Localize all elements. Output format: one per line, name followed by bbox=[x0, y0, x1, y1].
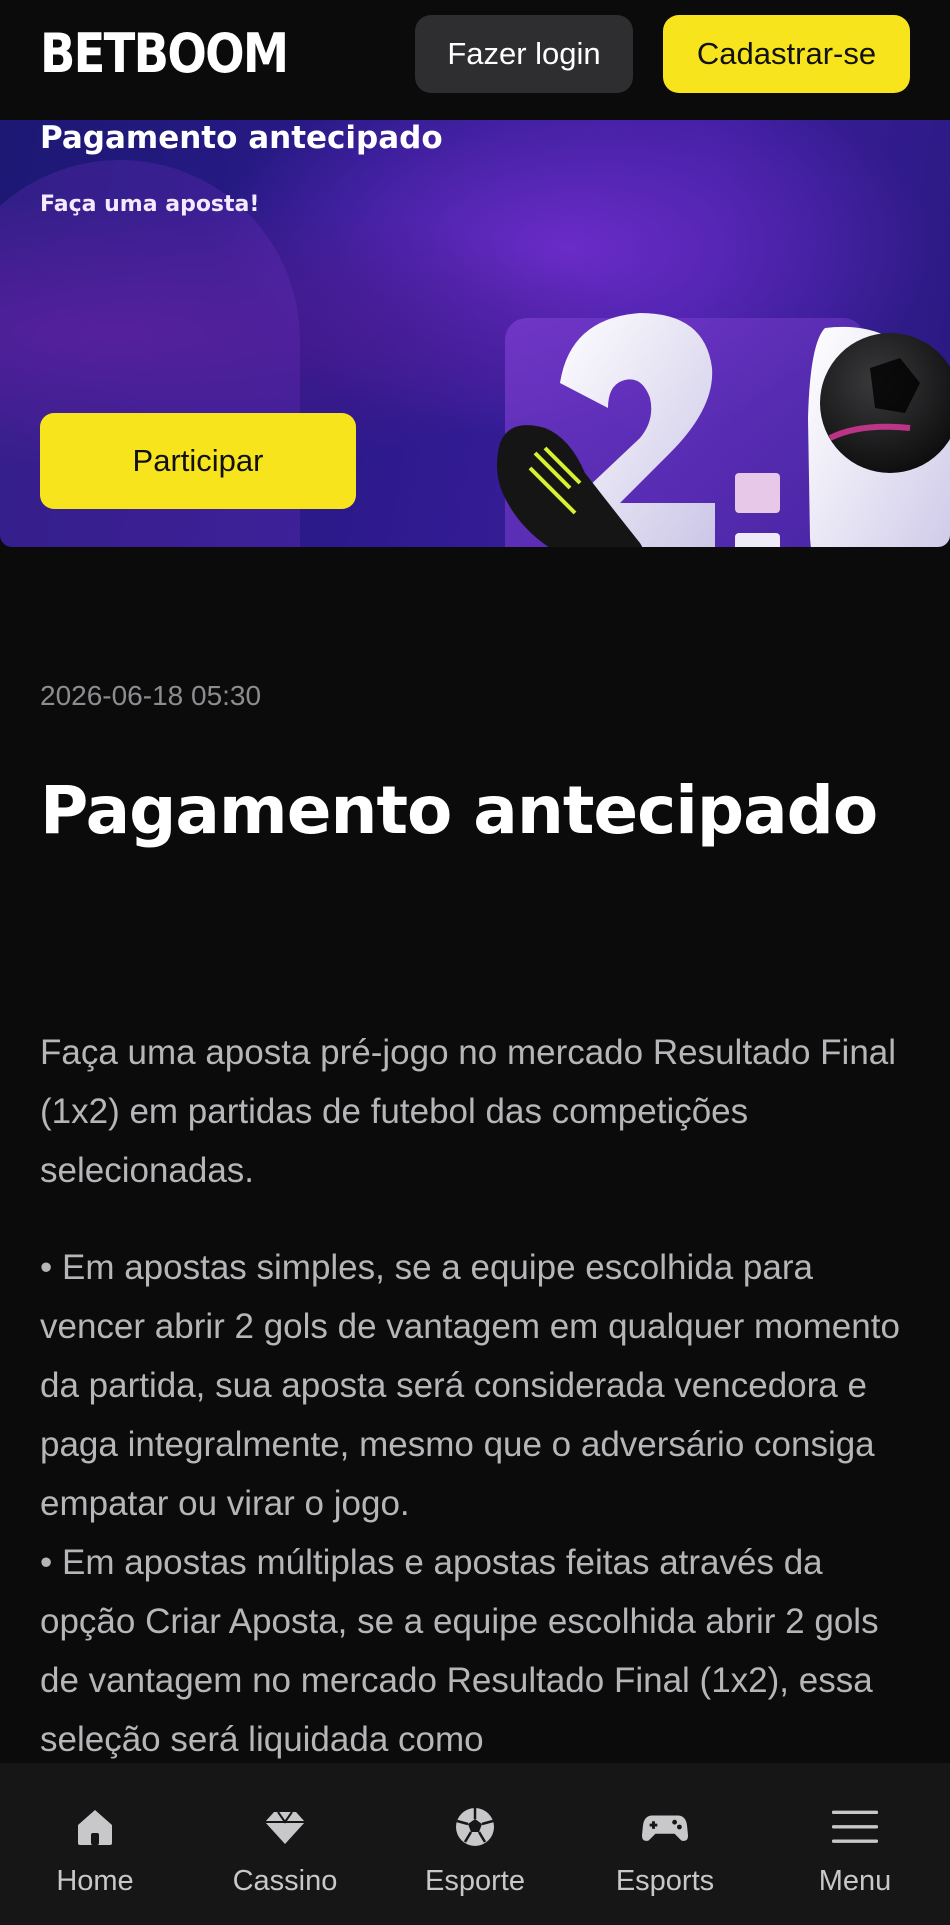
register-button[interactable]: Cadastrar-se bbox=[663, 15, 910, 93]
bottom-nav: Home Cassino Esporte Esports Menu bbox=[0, 1763, 950, 1925]
nav-item-home[interactable]: Home bbox=[0, 1763, 190, 1925]
diamond-icon bbox=[261, 1803, 309, 1851]
betboom-logo[interactable]: BETBOOM bbox=[40, 22, 289, 85]
nav-item-esports[interactable]: Esports bbox=[570, 1763, 760, 1925]
hamburger-icon bbox=[831, 1803, 879, 1851]
article-paragraph: • Em apostas simples, se a equipe escolh… bbox=[40, 1248, 900, 1523]
participate-button[interactable]: Participar bbox=[40, 413, 356, 509]
article-paragraph: Faça uma aposta pré-jogo no mercado Resu… bbox=[40, 1033, 897, 1190]
nav-label: Home bbox=[56, 1865, 134, 1897]
banner-subtitle: Faça uma aposta! bbox=[40, 192, 260, 217]
gamepad-icon bbox=[641, 1803, 689, 1851]
nav-item-cassino[interactable]: Cassino bbox=[190, 1763, 380, 1925]
top-header: BETBOOM Fazer login Cadastrar-se bbox=[0, 0, 950, 125]
nav-label: Menu bbox=[818, 1865, 892, 1897]
article-title: Pagamento antecipado bbox=[40, 772, 878, 849]
nav-item-menu[interactable]: Menu bbox=[760, 1763, 950, 1925]
nav-label: Esporte bbox=[425, 1865, 525, 1897]
promo-banner[interactable]: Pagamento antecipado Faça uma aposta! Pa… bbox=[0, 120, 950, 547]
nav-label: Esports bbox=[615, 1865, 715, 1897]
article-date: 2026-06-18 05:30 bbox=[40, 680, 262, 711]
home-icon bbox=[71, 1803, 119, 1851]
soccer-ball-icon bbox=[451, 1803, 499, 1851]
article-paragraph: • Em apostas múltiplas e apostas feitas … bbox=[40, 1543, 879, 1759]
nav-label: Cassino bbox=[232, 1865, 338, 1897]
nav-item-esporte[interactable]: Esporte bbox=[380, 1763, 570, 1925]
banner-illustration bbox=[496, 313, 950, 547]
login-button[interactable]: Fazer login bbox=[415, 15, 633, 93]
banner-title: Pagamento antecipado bbox=[40, 120, 443, 156]
